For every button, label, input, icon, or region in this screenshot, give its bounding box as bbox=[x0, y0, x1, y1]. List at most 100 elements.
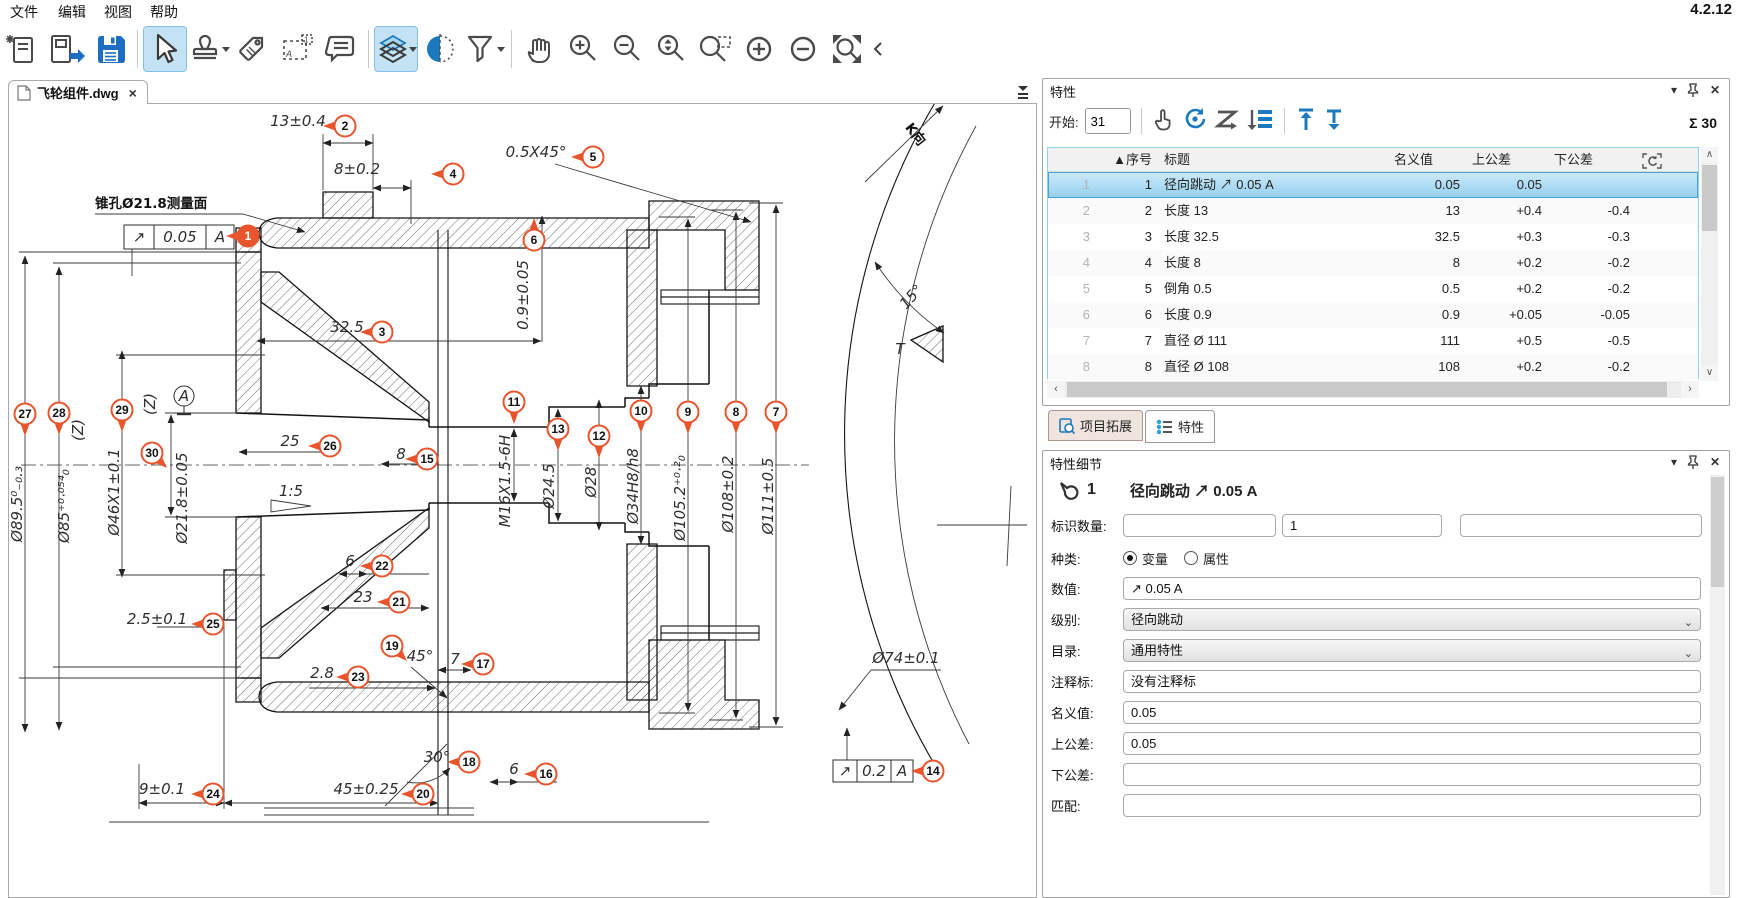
dimension-text[interactable]: Ø24.5 bbox=[540, 463, 558, 509]
dim-balloon-12[interactable]: 12 bbox=[589, 426, 610, 459]
layers-button[interactable] bbox=[375, 27, 417, 71]
stamp-tool-button[interactable] bbox=[188, 27, 230, 71]
table-vscrollbar[interactable]: ∧ ∨ bbox=[1701, 147, 1718, 381]
dim-balloon-8[interactable]: 8 bbox=[726, 402, 747, 435]
renumber-icon[interactable] bbox=[1182, 106, 1208, 137]
dim-balloon-11[interactable]: 11 bbox=[504, 392, 525, 425]
detail-close-icon[interactable]: ✕ bbox=[1710, 455, 1720, 469]
dim-balloon-10[interactable]: 10 bbox=[631, 401, 652, 434]
enlarge-button[interactable] bbox=[738, 27, 780, 71]
fcf-runout-005[interactable]: ↗ 0.05 A bbox=[124, 225, 234, 249]
detail-pin-icon[interactable] bbox=[1687, 455, 1699, 472]
note-taper-hole[interactable]: 锥孔Ø21.8测量面 bbox=[95, 195, 208, 212]
dim-balloon-5[interactable]: 5 bbox=[571, 147, 604, 168]
dimension-text[interactable]: 25 bbox=[280, 432, 299, 450]
level-select[interactable]: 径向跳动⌄ bbox=[1123, 608, 1701, 631]
panel-pin-icon[interactable] bbox=[1687, 83, 1699, 100]
dim-balloon-14[interactable]: 14 bbox=[911, 761, 944, 782]
zoom-window-button[interactable] bbox=[694, 27, 736, 71]
dimension-text[interactable]: 1:5 bbox=[279, 482, 303, 500]
table-row[interactable]: 33长度 32.532.5+0.3-0.3 bbox=[1048, 224, 1698, 250]
menu-view[interactable]: 视图 bbox=[104, 2, 132, 22]
save-button[interactable] bbox=[89, 27, 131, 71]
open-file-button[interactable] bbox=[45, 27, 87, 71]
region-stamp-button[interactable]: 1A bbox=[276, 27, 318, 71]
dim-balloon-29[interactable]: 29 bbox=[112, 400, 133, 433]
tab-feilun-dwg[interactable]: 飞轮组件.dwg × bbox=[8, 80, 148, 104]
lower-tol-input[interactable] bbox=[1123, 763, 1701, 786]
dim-balloon-28[interactable]: 28 bbox=[49, 403, 70, 436]
dimension-text[interactable]: 15° bbox=[896, 281, 927, 313]
dimension-text[interactable]: T bbox=[895, 340, 906, 358]
filter-button[interactable] bbox=[463, 27, 505, 71]
dim-balloon-26[interactable]: 26 bbox=[308, 436, 341, 457]
dim-balloon-20[interactable]: 20 bbox=[401, 784, 434, 805]
dim-balloon-15[interactable]: 15 bbox=[405, 449, 438, 470]
new-file-button[interactable] bbox=[1, 27, 43, 71]
dim-balloon-7[interactable]: 7 bbox=[766, 402, 787, 435]
count-input-3[interactable] bbox=[1460, 514, 1702, 537]
dimension-text[interactable]: 32.5 bbox=[330, 318, 363, 336]
detail-vscroll-thumb[interactable] bbox=[1711, 477, 1724, 587]
mirror-view-button[interactable] bbox=[419, 27, 461, 71]
detail-vscrollbar[interactable] bbox=[1710, 475, 1725, 895]
dim-balloon-21[interactable]: 21 bbox=[377, 592, 410, 613]
vscroll-up-arrow[interactable]: ∧ bbox=[1701, 147, 1718, 163]
comment-tool-button[interactable] bbox=[320, 27, 362, 71]
dimension-text[interactable]: Ø28 bbox=[582, 467, 600, 499]
move-top-icon[interactable] bbox=[1295, 106, 1317, 137]
count-input-1[interactable] bbox=[1123, 514, 1276, 537]
drawing-canvas[interactable]: A ↗ 0.05 A ↗ 0.2 A 锥孔Ø2 bbox=[8, 103, 1037, 898]
dim-balloon-9[interactable]: 9 bbox=[678, 402, 699, 435]
dim-balloon-19[interactable]: 19 bbox=[382, 636, 408, 662]
hscroll-left-arrow[interactable]: ‹ bbox=[1047, 381, 1065, 398]
dimension-text[interactable]: 0.9±0.05 bbox=[514, 260, 532, 330]
dim-balloon-4[interactable]: 4 bbox=[431, 164, 464, 185]
table-row[interactable]: 77直径 Ø 111111+0.5-0.5 bbox=[1048, 328, 1698, 354]
menu-help[interactable]: 帮助 bbox=[150, 2, 178, 22]
zigzag-order-icon[interactable] bbox=[1214, 106, 1240, 137]
zoom-vertical-button[interactable] bbox=[650, 27, 692, 71]
dimension-text[interactable]: 45±0.25 bbox=[333, 780, 398, 798]
dimension-text[interactable]: Ø89.5⁰₋₀.₃ bbox=[9, 466, 26, 543]
dimension-text[interactable]: 6 bbox=[345, 552, 355, 570]
nominal-input[interactable]: 0.05 bbox=[1123, 701, 1701, 724]
dimension-text[interactable]: 45° bbox=[407, 647, 434, 665]
datum-a-symbol[interactable]: A bbox=[174, 386, 194, 414]
dim-balloon-18[interactable]: 18 bbox=[447, 752, 480, 773]
menu-file[interactable]: 文件 bbox=[10, 2, 38, 22]
shrink-button[interactable] bbox=[782, 27, 824, 71]
refresh-view-icon[interactable] bbox=[1636, 148, 1698, 171]
tag-tool-button[interactable] bbox=[232, 27, 274, 71]
dim-balloon-30[interactable]: 30 bbox=[142, 443, 168, 469]
dimension-text[interactable]: Ø108±0.2 bbox=[719, 456, 737, 534]
table-row[interactable]: 22长度 1313+0.4-0.4 bbox=[1048, 198, 1698, 224]
dimension-text[interactable]: 23 bbox=[353, 588, 372, 606]
dimension-text[interactable]: Ø34H8/h8 bbox=[624, 448, 642, 525]
dimension-text[interactable]: Ø85⁺⁰·⁰⁵⁴₀ bbox=[55, 469, 73, 544]
panel-dropdown-icon[interactable]: ▾ bbox=[1671, 83, 1677, 97]
dimension-text[interactable]: Ø74±0.1 bbox=[871, 649, 939, 667]
stamp-dropdown-caret[interactable] bbox=[222, 47, 230, 52]
dim-balloon-13[interactable]: 13 bbox=[548, 419, 569, 452]
start-input[interactable] bbox=[1085, 108, 1131, 134]
dim-balloon-25[interactable]: 25 bbox=[191, 614, 224, 635]
table-row[interactable]: 55倒角 0.50.5+0.2-0.2 bbox=[1048, 276, 1698, 302]
table-row[interactable]: 66长度 0.90.9+0.05-0.05 bbox=[1048, 302, 1698, 328]
dimension-text[interactable]: 30° bbox=[424, 748, 451, 766]
dim-balloon-27[interactable]: 27 bbox=[15, 404, 36, 437]
dimension-text[interactable]: 7 bbox=[450, 650, 460, 668]
sort-list-icon[interactable] bbox=[1246, 106, 1274, 137]
detail-dropdown-icon[interactable]: ▾ bbox=[1671, 455, 1677, 469]
dimension-text[interactable]: Ø21.8±0.05 bbox=[173, 452, 191, 544]
hscroll-right-arrow[interactable]: › bbox=[1681, 381, 1699, 398]
dimension-text[interactable]: M16X1.5-6H bbox=[496, 435, 514, 527]
filter-dropdown-caret[interactable] bbox=[497, 47, 505, 52]
vscroll-down-arrow[interactable]: ∨ bbox=[1701, 365, 1718, 381]
tab-close-icon[interactable]: × bbox=[129, 85, 137, 101]
table-hscrollbar[interactable]: ‹ › bbox=[1047, 381, 1699, 398]
dimension-text[interactable]: 2.5±0.1 bbox=[127, 610, 187, 628]
dim-balloon-3[interactable]: 3 bbox=[360, 322, 393, 343]
dimension-text[interactable]: Ø111±0.5 bbox=[759, 458, 777, 536]
panel-close-icon[interactable]: ✕ bbox=[1710, 83, 1720, 97]
